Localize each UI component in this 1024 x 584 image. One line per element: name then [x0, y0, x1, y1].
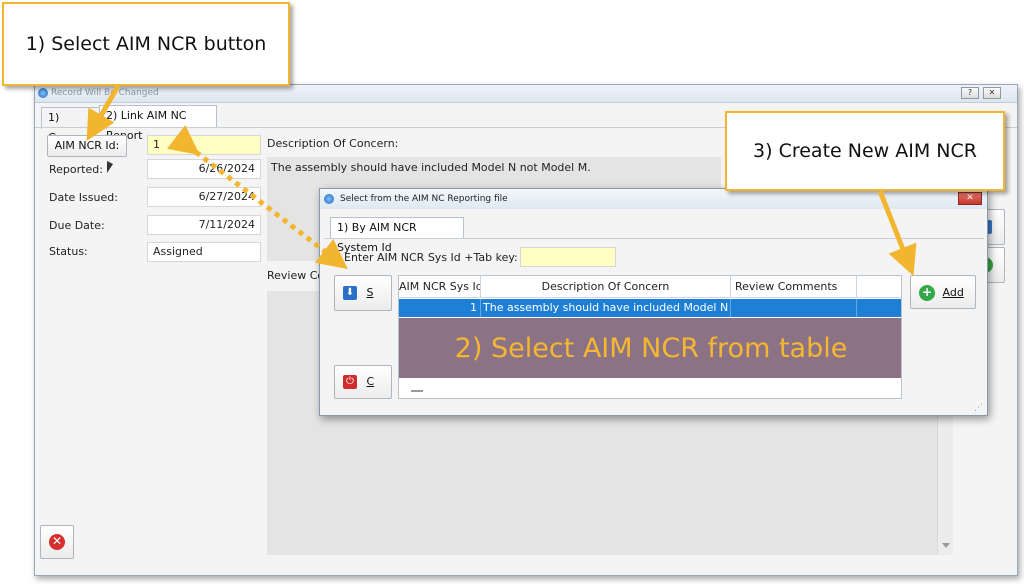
step3-arrow: [877, 190, 917, 276]
step1-arrow: [86, 84, 121, 142]
callout-arrows: [86, 84, 917, 276]
step2-dotted-arrow: [166, 124, 348, 270]
